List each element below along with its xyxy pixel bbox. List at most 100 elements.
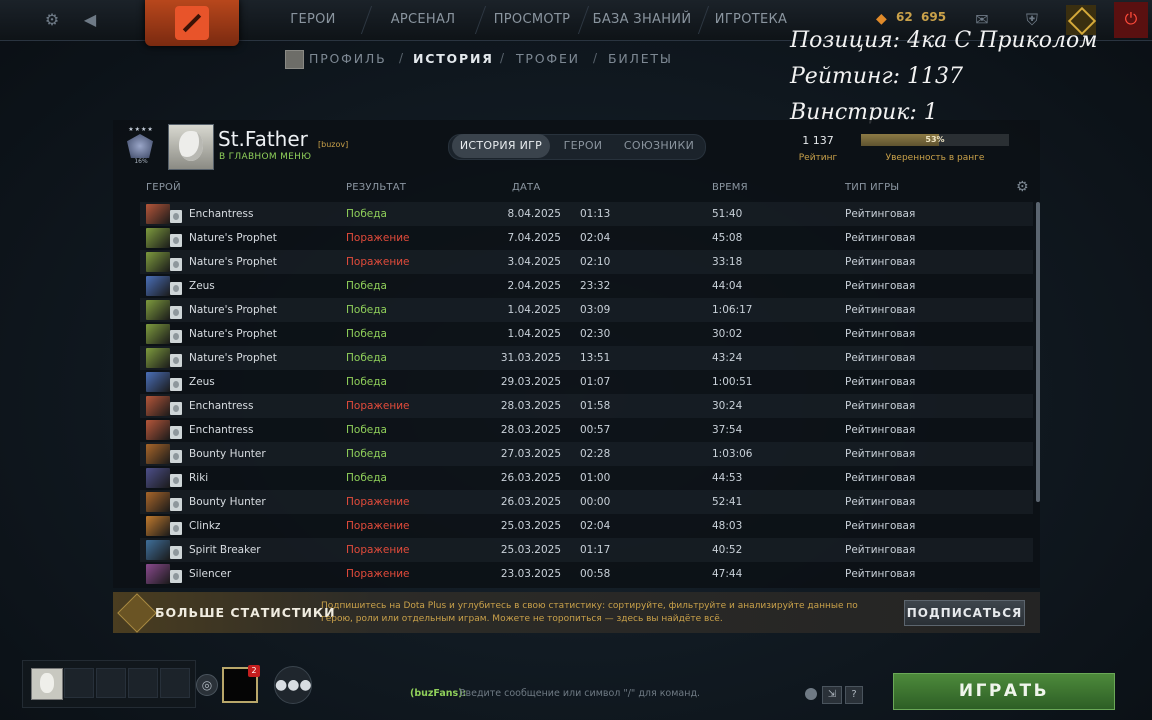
column-header-game-type[interactable]: ТИП ИГРЫ [845, 182, 899, 193]
help-button[interactable]: ? [845, 686, 863, 704]
play-button[interactable]: ИГРАТЬ [893, 673, 1115, 710]
match-result: Поражение [346, 256, 410, 268]
scrollbar[interactable] [1036, 202, 1040, 502]
rank-medal: ★★★★ 16% [123, 126, 159, 166]
hero-portrait-icon [146, 372, 170, 392]
table-row[interactable]: Zeus Победа 2.04.2025 23:32 44:04 Рейтинговая [140, 274, 1033, 298]
party-slot-empty[interactable] [128, 668, 158, 698]
hero-portrait-icon [146, 468, 170, 488]
voice-chat-icon[interactable]: ◎ [196, 674, 218, 696]
armory-shield-icon[interactable]: ⛨ [1022, 10, 1042, 30]
party-avatar-face-icon [40, 673, 54, 693]
settings-gear-icon[interactable]: ⚙ [42, 10, 62, 30]
subscribe-button[interactable]: ПОДПИСАТЬСЯ [904, 600, 1025, 626]
nav-tab-arcade[interactable]: ИГРОТЕКА [710, 0, 792, 40]
hero-portrait-icon [146, 444, 170, 464]
match-start-time: 02:30 [580, 328, 611, 340]
table-row[interactable]: Zeus Победа 29.03.2025 01:07 1:00:51 Рейтинго… [140, 370, 1033, 394]
tab-allies[interactable]: СОЮЗНИКИ [620, 134, 698, 158]
hero-portrait-icon [146, 228, 170, 248]
match-date: 28.03.2025 [500, 424, 561, 436]
table-row[interactable]: Silencer Поражение 23.03.2025 00:58 47:44 Рей… [140, 562, 1033, 586]
match-duration: 33:18 [712, 256, 743, 268]
table-settings-gear-icon[interactable]: ⚙ [1016, 179, 1029, 195]
party-avatar[interactable] [31, 668, 63, 700]
role-icon [170, 210, 182, 223]
nav-tab-arsenal[interactable]: АРСЕНАЛ [378, 0, 468, 40]
rating-value: 1 137 [802, 134, 834, 147]
subtab-history[interactable]: ИСТОРИЯ [413, 51, 494, 69]
hero-portrait-icon [146, 300, 170, 320]
match-duration: 52:41 [712, 496, 743, 508]
role-icon [170, 306, 182, 319]
match-date: 29.03.2025 [500, 376, 561, 388]
match-game-type: Рейтинговая [845, 352, 916, 364]
table-row[interactable]: Clinkz Поражение 25.03.2025 02:04 48:03 Рейти… [140, 514, 1033, 538]
subtab-profile[interactable]: ПРОФИЛЬ [309, 51, 386, 69]
table-row[interactable]: Nature's Prophet Поражение 7.04.2025 02:04 4… [140, 226, 1033, 250]
match-result: Победа [346, 472, 387, 484]
match-start-time: 02:10 [580, 256, 611, 268]
tab-match-history[interactable]: ИСТОРИЯ ИГР [452, 134, 550, 158]
table-row[interactable]: Nature's Prophet Победа 1.04.2025 02:30 30:0… [140, 322, 1033, 346]
column-header-time[interactable]: ВРЕМЯ [712, 182, 748, 193]
match-result: Поражение [346, 232, 410, 244]
hero-portrait-icon [146, 396, 170, 416]
table-row[interactable]: Enchantress Победа 28.03.2025 00:57 37:54 Рей… [140, 418, 1033, 442]
nav-tab-watch[interactable]: ПРОСМОТР [490, 0, 574, 40]
friends-icon[interactable]: ●●● [274, 666, 312, 704]
table-row[interactable]: Nature's Prophet Победа 31.03.2025 13:51 43:… [140, 346, 1033, 370]
match-date: 8.04.2025 [507, 208, 561, 220]
dota-logo-button[interactable] [145, 0, 239, 46]
nav-tab-knowledge-base[interactable]: БАЗА ЗНАНИЙ [590, 0, 694, 40]
table-row[interactable]: Bounty Hunter Победа 27.03.2025 02:28 1:03:0… [140, 442, 1033, 466]
table-row[interactable]: Riki Победа 26.03.2025 01:00 44:53 Рейтингова… [140, 466, 1033, 490]
avatar[interactable] [168, 124, 214, 170]
tab-heroes[interactable]: ГЕРОИ [558, 134, 608, 158]
hero-portrait-icon [146, 324, 170, 344]
subtab-tickets[interactable]: БИЛЕТЫ [608, 51, 673, 69]
gold-count: 695 [921, 10, 947, 24]
match-start-time: 23:32 [580, 280, 611, 292]
power-button[interactable]: ⏻ [1114, 2, 1148, 38]
table-row[interactable]: Nature's Prophet Поражение 3.04.2025 02:10 3… [140, 250, 1033, 274]
chat-input[interactable]: Введите сообщение или символ "/" для ком… [459, 688, 799, 699]
subtab-trophies[interactable]: ТРОФЕИ [516, 51, 580, 69]
table-row[interactable]: Enchantress Поражение 28.03.2025 01:58 30:24… [140, 394, 1033, 418]
party-slot-empty[interactable] [64, 668, 94, 698]
hero-name: Zeus [189, 280, 215, 292]
match-game-type: Рейтинговая [845, 400, 916, 412]
match-result: Поражение [346, 544, 410, 556]
match-result: Победа [346, 328, 387, 340]
column-header-hero[interactable]: ГЕРОЙ [146, 182, 181, 193]
hero-portrait-icon [146, 276, 170, 296]
table-row[interactable]: Bounty Hunter Поражение 26.03.2025 00:00 52:… [140, 490, 1033, 514]
match-duration: 30:02 [712, 328, 743, 340]
hero-name: Clinkz [189, 520, 221, 532]
hero-name: Enchantress [189, 208, 254, 220]
player-tag: [buzov] [318, 140, 349, 149]
mail-icon[interactable]: ✉ [972, 10, 992, 30]
table-row[interactable]: Nature's Prophet Победа 1.04.2025 03:09 1:06… [140, 298, 1033, 322]
table-row[interactable]: Spirit Breaker Поражение 25.03.2025 01:17 40… [140, 538, 1033, 562]
hero-name: Zeus [189, 376, 215, 388]
match-duration: 44:53 [712, 472, 743, 484]
back-arrow-icon[interactable]: ◀ [80, 10, 100, 30]
match-game-type: Рейтинговая [845, 328, 916, 340]
table-row[interactable]: Enchantress Победа 8.04.2025 01:13 51:40 Рейт… [140, 202, 1033, 226]
nav-tab-heroes[interactable]: ГЕРОИ [270, 0, 356, 40]
column-header-date[interactable]: ДАТА [512, 182, 540, 193]
column-header-result[interactable]: РЕЗУЛЬТАТ [346, 182, 406, 193]
match-start-time: 01:07 [580, 376, 611, 388]
popout-chat-icon[interactable]: ⇲ [822, 686, 842, 704]
hero-portrait-icon [146, 564, 170, 584]
match-date: 31.03.2025 [500, 352, 561, 364]
match-result: Поражение [346, 400, 410, 412]
party-slot-empty[interactable] [160, 668, 190, 698]
match-date: 27.03.2025 [500, 448, 561, 460]
hero-name: Nature's Prophet [189, 304, 277, 316]
subtab-separator: / [399, 51, 404, 65]
emoji-icon[interactable] [805, 688, 817, 700]
hero-name: Riki [189, 472, 209, 484]
party-slot-empty[interactable] [96, 668, 126, 698]
